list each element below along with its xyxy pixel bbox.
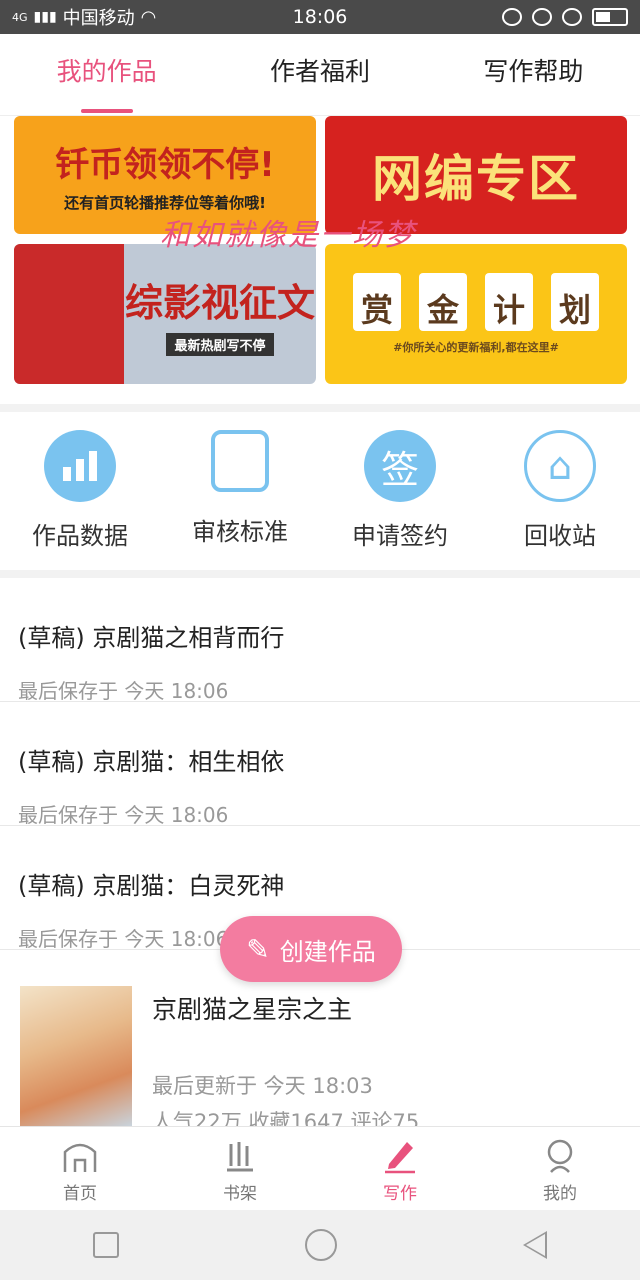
status-bar: 4G ▮▮▮ 中国移动 ◠ 18:06 [0,0,640,34]
bottom-tab-bar: 首页 书架 写作 我的 [0,1126,640,1210]
bottom-tab-home[interactable]: 首页 [0,1127,160,1210]
bounty-char: 计 [485,273,533,331]
carrier-name: 中国移动 [62,8,135,29]
pen-icon: ✎ [246,932,270,966]
headphones-icon [502,8,522,26]
section-divider [0,404,640,412]
clock: 18:06 [292,6,348,28]
banner-grid: 钎币领领不停! 还有首页轮播推荐位等着你哦! 网编专区 综影视征文 最新热剧写不… [0,116,640,404]
network-indicator: 4G [12,10,28,24]
work-title: 京剧猫之星宗之主 [152,995,353,1024]
banner-editor-title: 网编专区 [372,150,580,208]
bottom-tab-write[interactable]: 写作 [320,1127,480,1210]
banner-drama-figure [14,244,124,384]
bookshelf-icon [220,1135,260,1175]
home-button-icon[interactable] [305,1229,337,1261]
tab-my-works[interactable]: 我的作品 [0,34,213,115]
sign-icon: 签 [364,430,436,502]
work-title: (草稿) 京剧猫之相背而行 [18,624,285,652]
banner-drama-text: 综影视征文 最新热剧写不停 [124,272,316,356]
tab-writing-help[interactable]: 写作帮助 [427,34,640,115]
document-check-icon [211,430,269,492]
list-item[interactable]: (草稿) 京剧猫：相生相依 最后保存于 今天 18:06 [0,702,640,827]
work-timestamp: 最后更新于 今天 18:03 [152,1074,373,1098]
battery-icon [592,8,628,26]
work-title: (草稿) 京剧猫：白灵死神 [18,872,285,900]
create-work-label: 创建作品 [279,937,376,966]
quick-action-label: 审核标准 [192,518,288,546]
alarm-icon [562,8,582,26]
status-left: 4G ▮▮▮ 中国移动 ◠ [12,4,272,30]
banner-coin-title: 钎币领领不停! [55,145,275,185]
trash-icon: ⌂ [524,430,596,502]
tab-author-benefits[interactable]: 作者福利 [213,34,426,115]
banner-bounty-plan[interactable]: 赏 金 计 划 #你所关心的更新福利,都在这里# [325,244,627,384]
works-list: (草稿) 京剧猫之相背而行 最后保存于 今天 18:06 (草稿) 京剧猫：相生… [0,578,640,951]
quick-action-work-data[interactable]: 作品数据 [0,412,160,570]
status-right [368,8,628,26]
bottom-tab-label: 首页 [63,1184,97,1204]
bottom-tab-label: 我的 [543,1184,577,1204]
recent-apps-icon[interactable] [93,1232,119,1258]
banner-bounty-chars: 赏 金 计 划 [353,273,599,331]
bar-chart-icon [44,430,116,502]
quick-action-label: 作品数据 [32,522,128,550]
quick-action-label: 申请签约 [352,522,448,550]
quick-action-apply-contract[interactable]: 签 申请签约 [320,412,480,570]
quick-actions: 作品数据 审核标准 签 申请签约 ⌂ 回收站 [0,412,640,570]
work-timestamp: 最后保存于 今天 18:06 [18,679,229,703]
bottom-tab-bookshelf[interactable]: 书架 [160,1127,320,1210]
bottom-tab-label: 写作 [383,1184,417,1204]
bounty-char: 划 [551,273,599,331]
create-work-button[interactable]: ✎ 创建作品 [220,916,402,982]
bottom-tab-profile[interactable]: 我的 [480,1127,640,1210]
system-navigation-bar [0,1210,640,1280]
top-tab-bar: 我的作品 作者福利 写作帮助 [0,34,640,116]
banner-drama-title: 综影视征文 [124,281,315,325]
work-timestamp: 最后保存于 今天 18:06 [18,803,229,827]
home-icon [60,1135,100,1175]
section-divider [0,570,640,578]
back-icon[interactable] [523,1231,547,1259]
bounty-char: 金 [419,273,467,331]
quick-action-review-standards[interactable]: 审核标准 [160,412,320,570]
profile-icon [540,1135,580,1175]
banner-drama-subtitle: 最新热剧写不停 [166,333,274,356]
list-item[interactable]: (草稿) 京剧猫之相背而行 最后保存于 今天 18:06 [0,578,640,703]
wifi-icon: ◠ [140,6,157,28]
lock-rotation-icon [532,8,552,26]
banner-drama-contest[interactable]: 综影视征文 最新热剧写不停 [14,244,316,384]
banner-bounty-subtitle: #你所关心的更新福利,都在这里# [393,341,559,354]
quick-action-label: 回收站 [524,522,596,550]
pen-icon [380,1135,420,1175]
work-title: (草稿) 京剧猫：相生相依 [18,748,285,776]
book-cover [20,986,132,1126]
bottom-tab-label: 书架 [223,1184,257,1204]
overlay-text: 和如就像是一场梦 [160,218,416,253]
signal-icon: ▮▮▮ [33,9,57,25]
published-work[interactable]: 京剧猫之星宗之主 最后更新于 今天 18:03 人气22万 收藏1647 评论7… [0,966,640,1134]
quick-action-recycle-bin[interactable]: ⌂ 回收站 [480,412,640,570]
bounty-char: 赏 [353,273,401,331]
